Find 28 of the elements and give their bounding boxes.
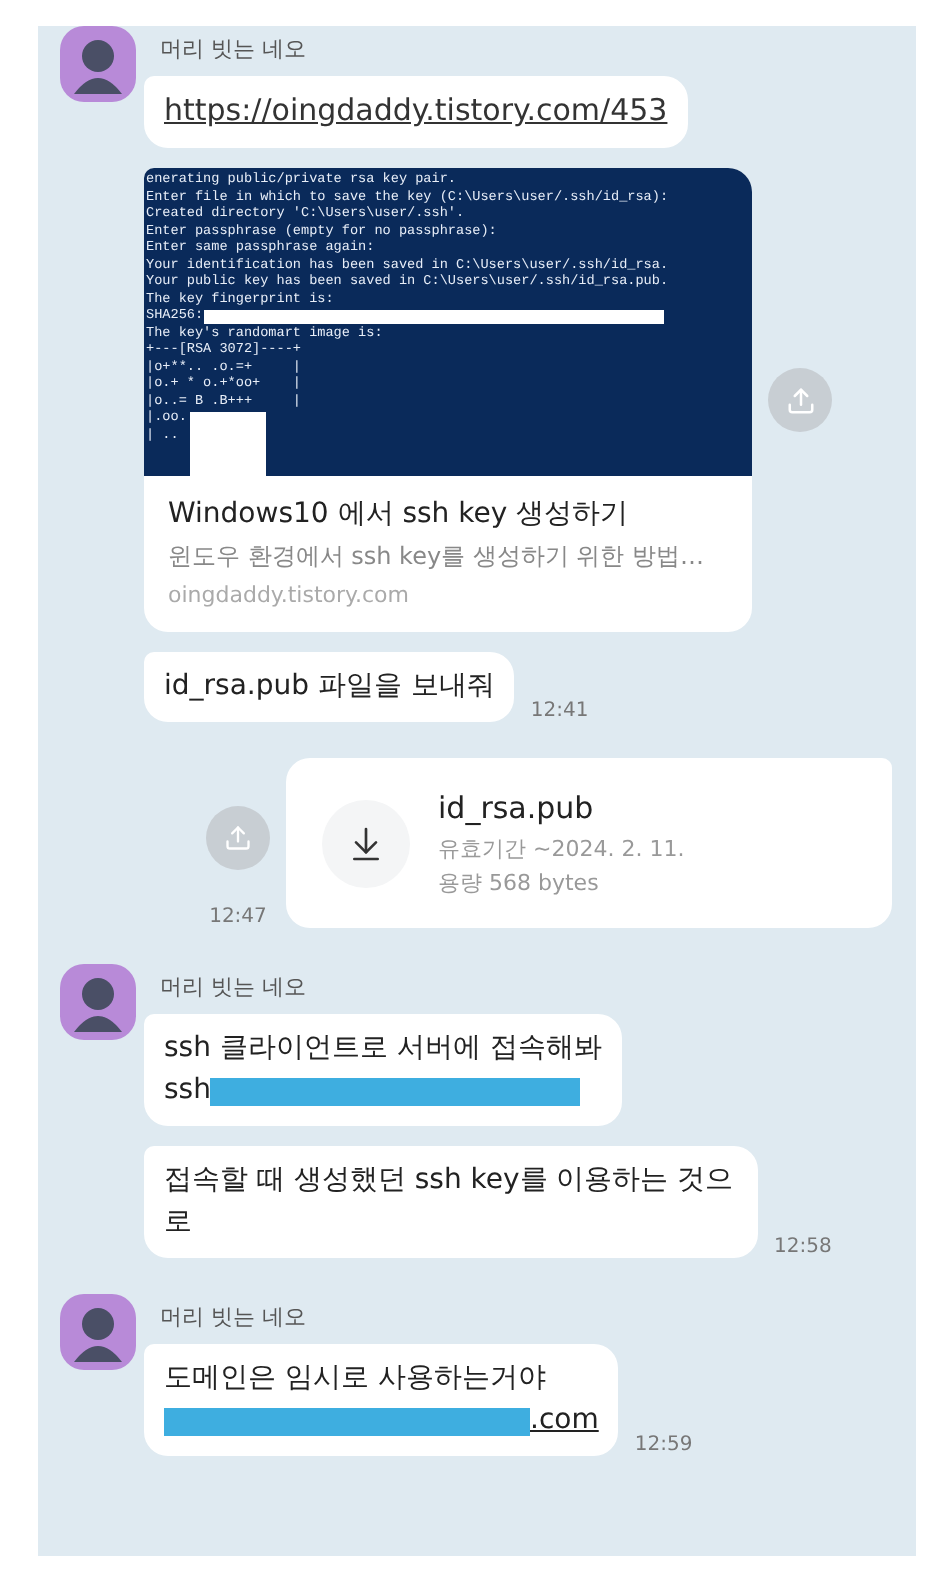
share-icon	[785, 385, 815, 415]
preview-description: 윈도우 환경에서 ssh key를 생성하기 위한 방법…	[168, 540, 707, 574]
avatar	[60, 26, 136, 102]
avatar	[60, 964, 136, 1040]
message-link[interactable]: .com	[530, 1400, 599, 1442]
link-preview-card[interactable]	[144, 168, 752, 632]
download-button[interactable]	[322, 799, 410, 887]
sender-name: 머리 빗는 네오	[160, 1302, 306, 1332]
message-time: 12:47	[209, 906, 267, 928]
avatar	[60, 1294, 136, 1370]
message-text: ssh 클라이언트로 서버에 접속해봐	[164, 1030, 602, 1068]
message-text: id_rsa.pub 파일을 보내줘	[164, 668, 495, 706]
message-time: 12:59	[634, 1434, 693, 1456]
message-text: ssh	[164, 1072, 211, 1110]
file-expiry: 유효기간 ~2024. 2. 11.	[438, 833, 685, 863]
sender-name: 머리 빗는 네오	[160, 34, 306, 64]
message-time: 12:41	[530, 700, 589, 722]
preview-title: Windows10 에서 ssh key 생성하기	[168, 496, 631, 532]
file-name: id_rsa.pub	[438, 789, 596, 825]
message-time: 12:58	[774, 1236, 832, 1258]
message-text: 접속할 때 생성했던 ssh key를 이용하는 것으로	[164, 1162, 736, 1242]
redaction-bar	[190, 412, 266, 476]
sender-name: 머리 빗는 네오	[160, 972, 306, 1002]
message-text: 도메인은 임시로 사용하는거야	[164, 1360, 546, 1398]
url-link[interactable]: https://oingdaddy.tistory.com/453	[164, 92, 668, 128]
share-icon	[224, 824, 252, 852]
file-size: 용량 568 bytes	[438, 867, 601, 897]
preview-domain: oingdaddy.tistory.com	[168, 582, 411, 608]
